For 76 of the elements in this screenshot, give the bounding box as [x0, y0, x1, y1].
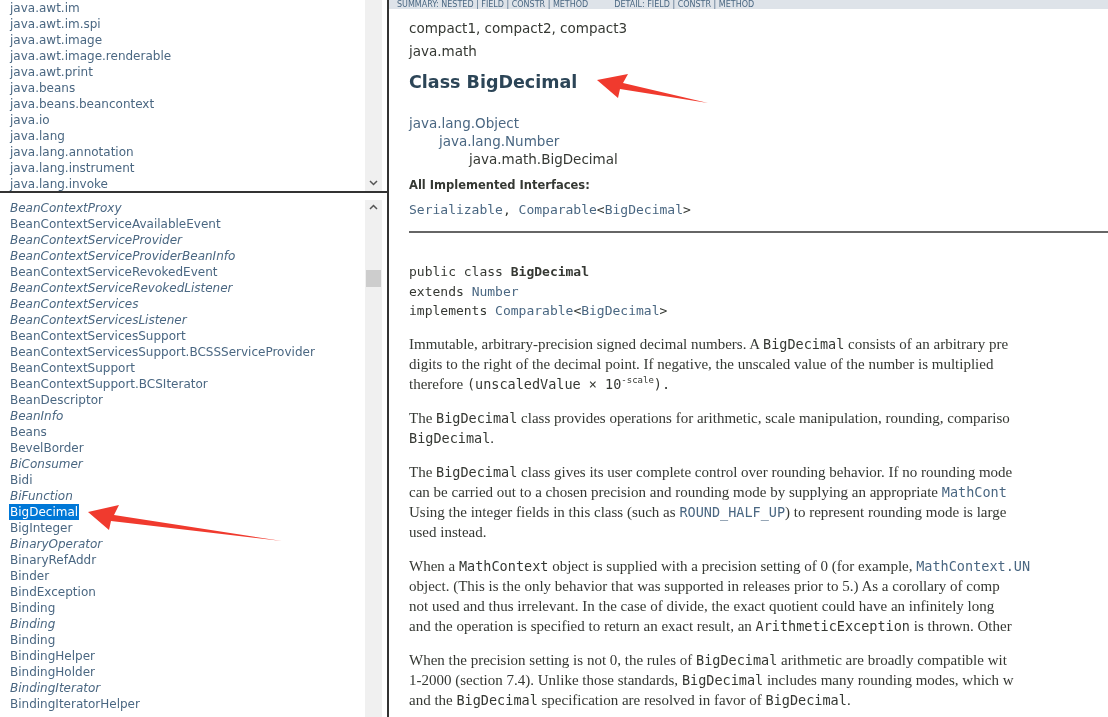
nav-links[interactable]: DETAIL: FIELD | CONSTR | METHOD — [614, 0, 755, 9]
package-link[interactable]: java.lang.annotation — [9, 144, 135, 160]
class-link[interactable]: BeanContextServiceRevokedEvent — [9, 264, 219, 280]
paragraph: When a MathContext object is supplied with a precision setting of 0 (for example, MathContext.UN object. (This is the only behavior that was supported in releases prior to 5.) As a corollary of comp not used and thus irrelevant. In the case of divide, the exact quotient could have an infinitely long and the operation is specified to return an exact result, an ArithmeticException is thrown. Other — [409, 556, 1032, 636]
type-link[interactable]: Number — [471, 283, 519, 299]
class-link[interactable]: Binder — [9, 568, 51, 584]
class-link[interactable]: BeanContextServicesSupport.BCSSServiceProvider — [9, 344, 316, 360]
class-link[interactable]: Beans — [9, 424, 48, 440]
class-link[interactable]: BeanContextServiceProvider — [9, 232, 184, 248]
class-link[interactable]: BiFunction — [9, 488, 74, 504]
class-link[interactable]: BinaryRefAddr — [9, 552, 98, 568]
scrollbar[interactable] — [365, 200, 382, 717]
type-link[interactable]: Comparable — [495, 303, 574, 318]
code-link[interactable]: ROUND_HALF_UP — [679, 503, 786, 520]
scrollbar-thumb[interactable] — [366, 270, 381, 287]
package-link[interactable]: java.awt.image — [9, 32, 104, 48]
type-link[interactable]: BigDecimal — [581, 303, 660, 318]
class-link[interactable]: BeanContextServicesListener — [9, 312, 188, 328]
class-link[interactable]: BeanContextServices — [9, 296, 140, 312]
class-link[interactable]: Binding — [9, 632, 57, 648]
scroll-down-icon[interactable] — [369, 180, 378, 186]
paragraph: When the precision setting is not 0, the rules of BigDecimal arithmetic are broadly compatible wit 1-2000 (section 7.4). Unlike those standards, BigDecimal includes many rounding modes, which w and the BigDecimal specification are resolved in favor of BigDecimal. — [409, 650, 1015, 710]
class-link[interactable]: java.lang.Number — [439, 133, 560, 149]
package-link[interactable]: java.awt.im — [9, 0, 81, 16]
profiles-text: compact1, compact2, compact3 — [409, 19, 629, 38]
package-name: java.math — [409, 42, 478, 61]
scrollbar[interactable] — [365, 0, 382, 191]
class-link[interactable]: BevelBorder — [9, 440, 85, 456]
nav-links[interactable]: SUMMARY: NESTED | FIELD | CONSTR | METHOD — [397, 0, 589, 9]
interface-link[interactable]: Comparable — [518, 202, 597, 217]
class-link[interactable]: BeanContextSupport — [9, 360, 137, 376]
package-link[interactable]: java.io — [9, 112, 51, 128]
class-link[interactable]: BindingIteratorHelper — [9, 696, 141, 712]
class-link[interactable]: BigInteger — [9, 520, 74, 536]
code-text: , — [502, 202, 512, 217]
class-link[interactable]: BeanDescriptor — [9, 392, 104, 408]
class-link[interactable]: BeanContextSupport.BCSIterator — [9, 376, 209, 392]
paragraph: The BigDecimal class gives its user complete control over rounding behavior. If no rounding mode can be carried out to a chosen precision and rounding mode by supplying an appropriate MathCont Using the integer fields in this class (such as ROUND_HALF_UP) to represent rounding mode is large used instead. — [409, 462, 1014, 542]
paragraph: The BigDecimal class provides operations for arithmetic, scale manipulation, rounding, compariso BigDecimal. — [409, 408, 1011, 448]
package-link[interactable]: java.lang — [9, 128, 66, 144]
class-link[interactable]: BindException — [9, 584, 97, 600]
code-link[interactable]: MathCont — [941, 483, 1007, 500]
code-link[interactable]: MathContext.UN — [916, 557, 1031, 574]
class-name: java.math.BigDecimal — [469, 151, 618, 167]
class-link[interactable]: BeanContextProxy — [9, 200, 123, 216]
scroll-up-icon[interactable] — [369, 204, 378, 210]
package-link[interactable]: java.lang.instrument — [9, 160, 136, 176]
class-link[interactable]: Binding — [9, 616, 57, 632]
class-link[interactable]: BeanContextServicesSupport — [9, 328, 187, 344]
package-link[interactable]: java.awt.im.spi — [9, 16, 102, 32]
class-link[interactable]: BigDecimal — [9, 504, 80, 520]
class-link[interactable]: BindingIterator — [9, 680, 102, 696]
package-link[interactable]: java.beans.beancontext — [9, 96, 156, 112]
class-link[interactable]: BeanContextServiceRevokedListener — [9, 280, 234, 296]
section-heading: All Implemented Interfaces: — [409, 177, 591, 193]
code-text: < — [596, 202, 605, 217]
package-link[interactable]: java.lang.invoke — [9, 176, 109, 191]
class-link[interactable]: BindingHelper — [9, 648, 97, 664]
class-link[interactable]: BiConsumer — [9, 456, 84, 472]
package-link[interactable]: java.awt.image.renderable — [9, 48, 173, 64]
interface-link[interactable]: BigDecimal — [604, 202, 683, 217]
class-link[interactable]: BeanInfo — [9, 408, 65, 424]
paragraph: Immutable, arbitrary-precision signed decimal numbers. A BigDecimal consists of an arbitrary pre digits to the right of the decimal point. If negative, the unscaled value of the number is multiplied therefore (unscaledValue × 10$^{-scale}$). — [409, 334, 1010, 394]
package-link[interactable]: java.awt.print — [9, 64, 94, 80]
class-link[interactable]: BeanContextServiceAvailableEvent — [9, 216, 222, 232]
class-link[interactable]: BeanContextServiceProviderBeanInfo — [9, 248, 237, 264]
class-link[interactable]: java.lang.Object — [409, 115, 519, 131]
class-link[interactable]: BinaryOperator — [9, 536, 104, 552]
interface-link[interactable]: Serializable — [409, 202, 503, 217]
package-link[interactable]: java.beans — [9, 80, 77, 96]
class-signature: public class BigDecimal extends Number implements Comparable<BigDecimal> — [409, 263, 669, 320]
class-title: Class BigDecimal — [409, 71, 578, 94]
code-text: > — [682, 202, 691, 217]
class-link[interactable]: BindingHolder — [9, 664, 96, 680]
class-link[interactable]: Bidi — [9, 472, 34, 488]
class-link[interactable]: Binding — [9, 600, 57, 616]
